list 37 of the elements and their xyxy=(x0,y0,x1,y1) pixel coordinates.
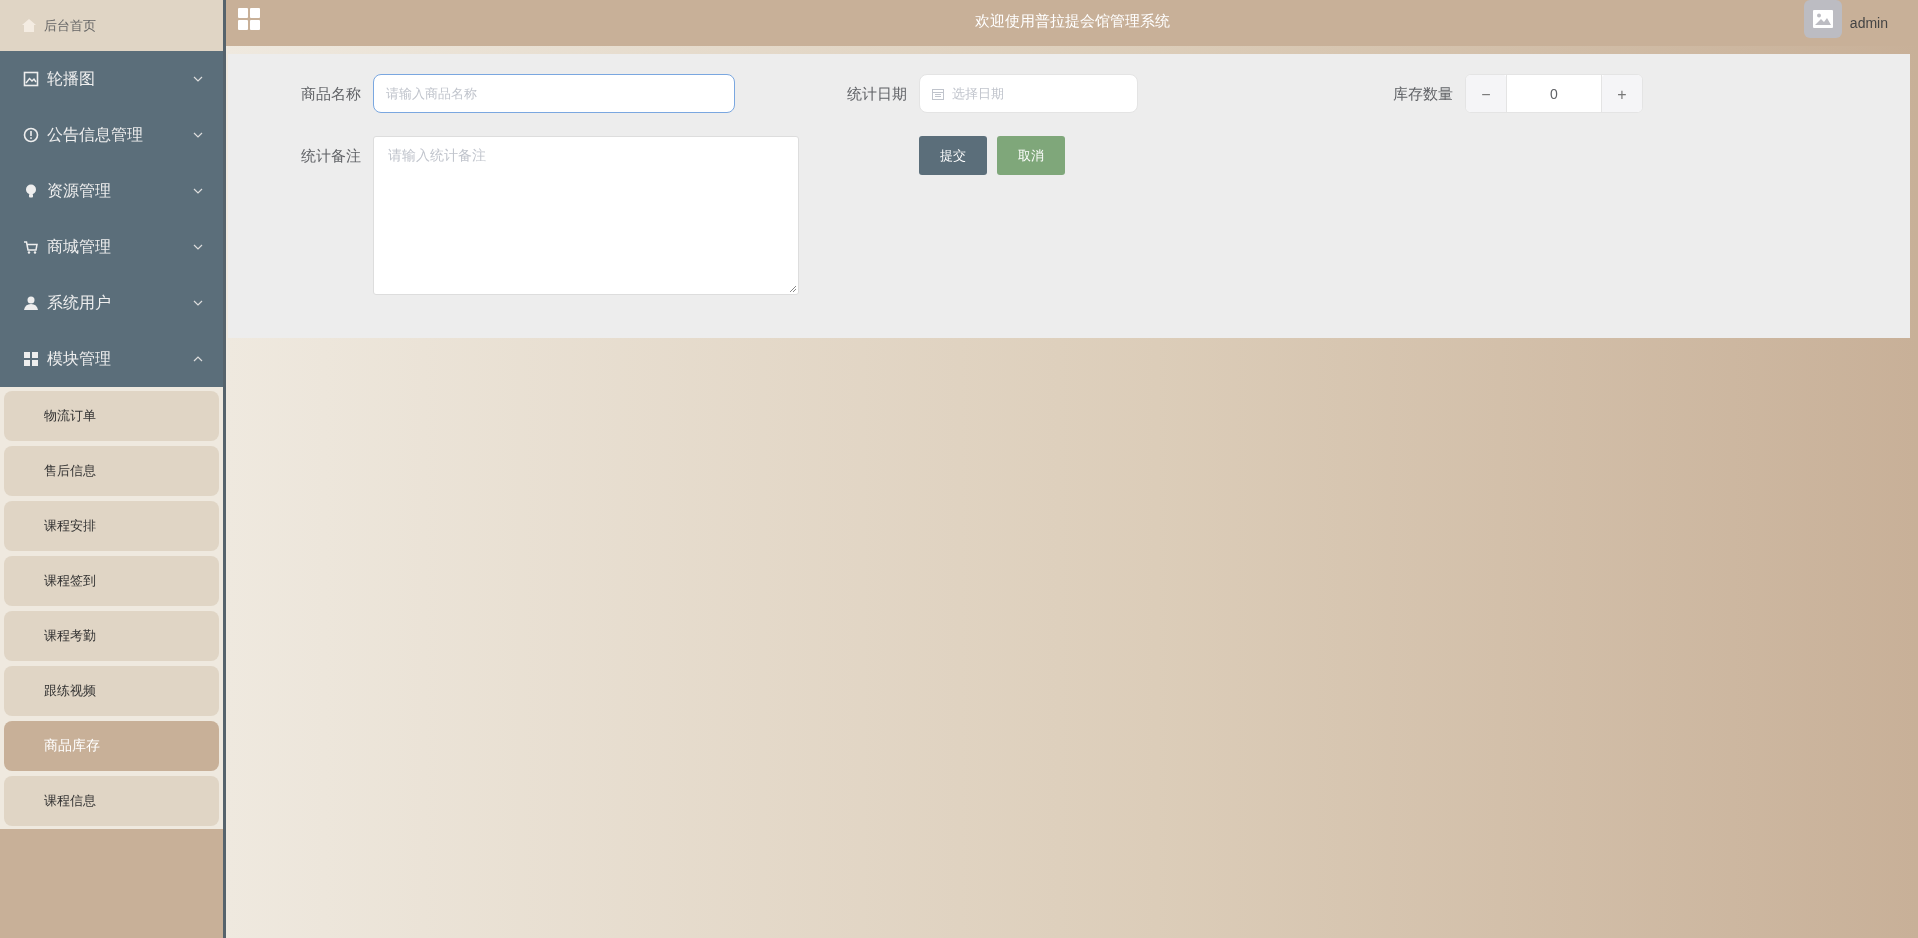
home-menu-item[interactable]: 后台首页 xyxy=(0,0,223,51)
sidebar-menu-item[interactable]: 模块管理 xyxy=(0,331,223,387)
field-label: 统计备注 xyxy=(300,146,361,166)
submenu-item[interactable]: 课程签到 xyxy=(4,556,219,606)
user-icon xyxy=(23,295,39,311)
sidebar-menu-item[interactable]: 公告信息管理 xyxy=(0,107,223,163)
submenu-item[interactable]: 课程考勤 xyxy=(4,611,219,661)
submenu-item[interactable]: 物流订单 xyxy=(4,391,219,441)
number-stepper[interactable]: − 0 + xyxy=(1465,74,1643,113)
picture-icon xyxy=(23,71,39,87)
avatar-placeholder[interactable] xyxy=(1803,0,1842,38)
info-circle-icon xyxy=(23,127,39,143)
sidebar-menu-item[interactable]: 商城管理 xyxy=(0,219,223,275)
sidebar-menu-item[interactable]: 系统用户 xyxy=(0,275,223,331)
field-label: 统计日期 xyxy=(846,84,907,104)
resize-handle-icon[interactable] xyxy=(789,285,796,292)
submit-button[interactable]: 提交 xyxy=(919,136,987,175)
home-icon xyxy=(22,19,36,32)
cart-icon xyxy=(23,239,39,255)
field-label: 库存数量 xyxy=(1392,84,1453,104)
minus-button[interactable]: − xyxy=(1466,75,1506,112)
lightbulb-icon xyxy=(23,183,39,199)
submenu-item[interactable]: 课程安排 xyxy=(4,501,219,551)
calendar-icon xyxy=(932,87,944,100)
username[interactable]: admin xyxy=(1849,15,1888,31)
grid-icon xyxy=(23,351,39,367)
image-icon xyxy=(1812,10,1833,28)
app-title: 欢迎使用普拉提会馆管理系统 xyxy=(974,12,1170,29)
submenu-item[interactable]: 售后信息 xyxy=(4,446,219,496)
cancel-button[interactable]: 取消 xyxy=(997,136,1065,175)
submenu-item[interactable]: 跟练视频 xyxy=(4,666,219,716)
submenu-item[interactable]: 课程信息 xyxy=(4,776,219,826)
plus-button[interactable]: + xyxy=(1602,75,1642,112)
sidebar-menu-item[interactable]: 资源管理 xyxy=(0,163,223,219)
field-label: 商品名称 xyxy=(300,84,361,104)
grid-icon[interactable] xyxy=(238,8,260,30)
sidebar-menu-item[interactable]: 轮播图 xyxy=(0,51,223,107)
